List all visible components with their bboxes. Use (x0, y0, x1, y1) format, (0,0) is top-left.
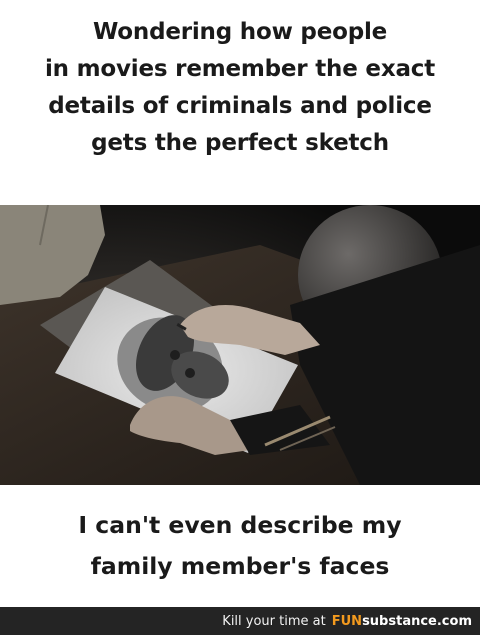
top-caption: Wondering how people in movies remember … (0, 14, 480, 162)
footer-watermark-bar: Kill your time at FUNsubstance.com (0, 607, 480, 635)
top-caption-line: in movies remember the exact (44, 56, 436, 82)
brand-substance-text: substance.com (362, 613, 472, 629)
sketch-artist-illustration (0, 205, 480, 485)
bottom-caption: I can't even describe my family member's… (0, 505, 480, 587)
funsubstance-link[interactable]: FUNsubstance.com (332, 614, 472, 629)
top-caption-line: details of criminals and police (48, 93, 432, 119)
top-caption-line: Wondering how people (92, 19, 388, 45)
brand-fun-text: FUN (331, 613, 363, 629)
bottom-caption-line: family member's faces (90, 552, 390, 580)
sketch-artist-photo (0, 205, 480, 485)
footer-tagline: Kill your time at (222, 613, 326, 629)
top-caption-line: gets the perfect sketch (91, 130, 389, 156)
bottom-caption-line: I can't even describe my (78, 511, 402, 539)
